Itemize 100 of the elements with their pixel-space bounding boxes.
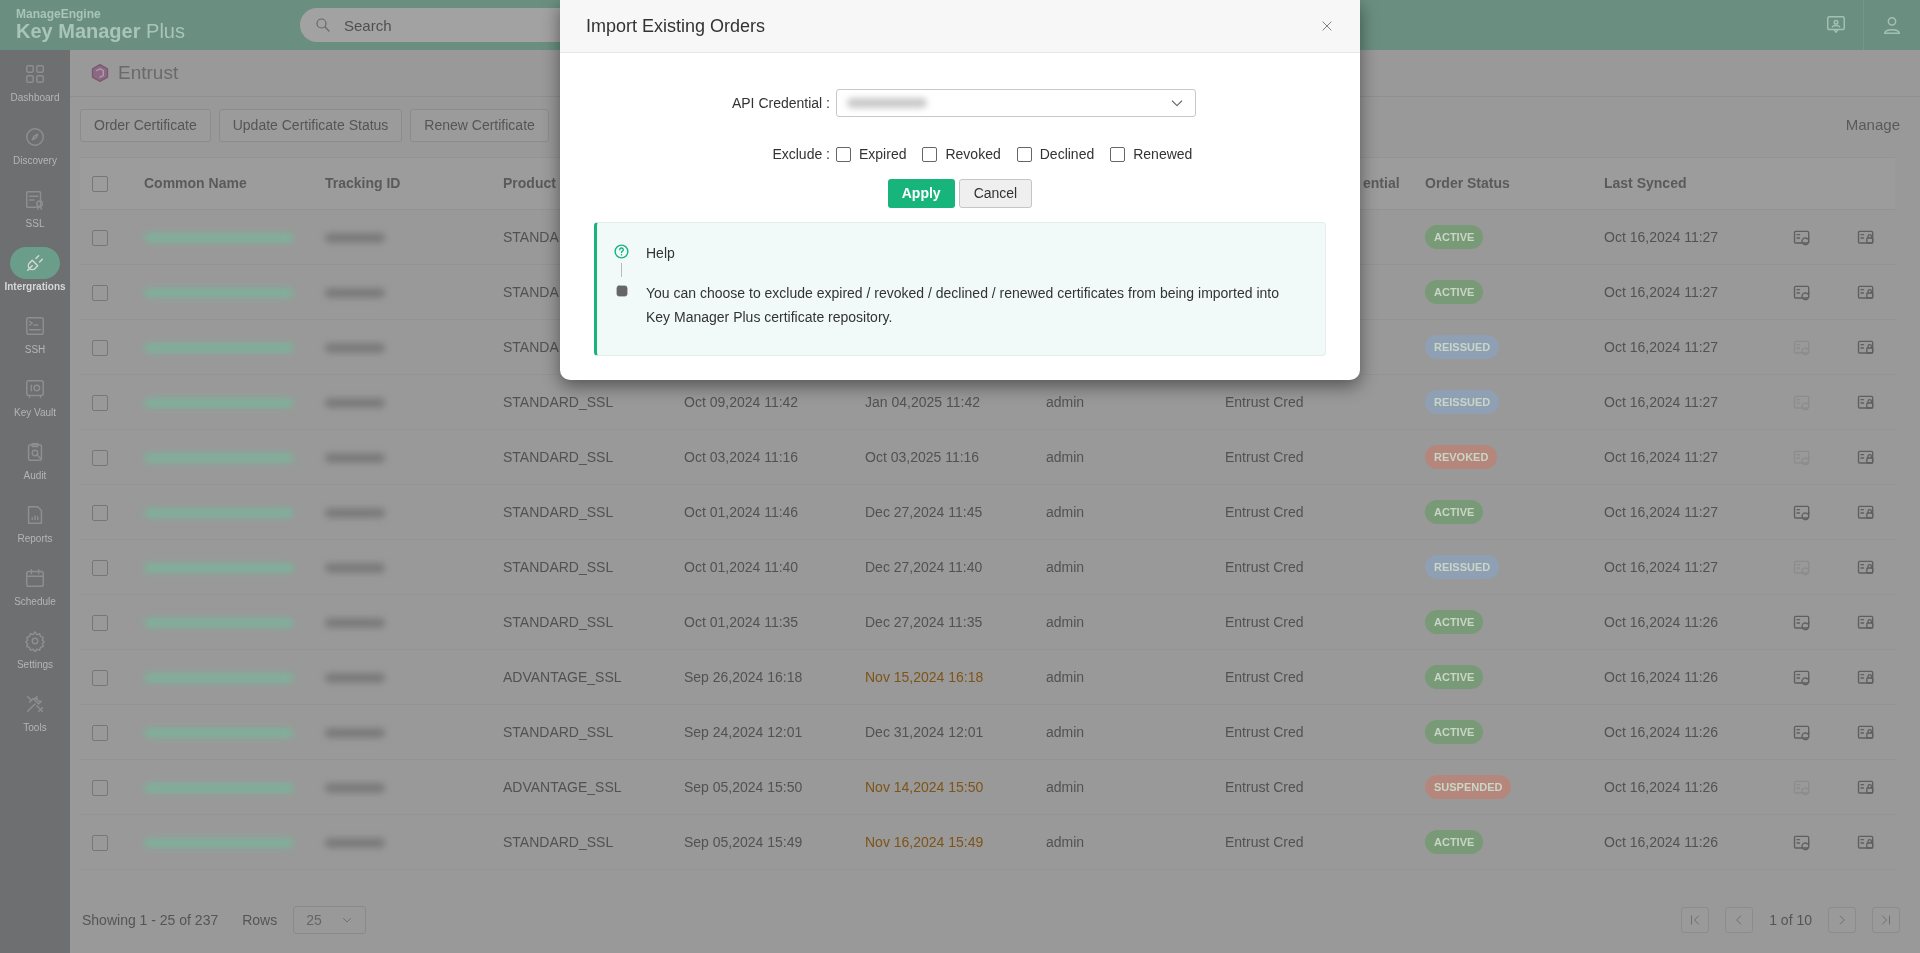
table-cell: admin	[1046, 778, 1085, 795]
plug-icon	[24, 252, 46, 274]
table-cell: Oct 16,2024 11:27	[1604, 338, 1719, 355]
table-cell: admin	[1046, 723, 1085, 740]
row-checkbox[interactable]	[92, 779, 108, 796]
cancel-button[interactable]: Cancel	[958, 179, 1033, 208]
apply-button[interactable]: Apply	[887, 179, 955, 208]
brand-name: ManageEngine	[16, 8, 102, 20]
table-cell: Dec 31,2024 12:01	[865, 723, 984, 740]
status-badge: SUSPENDED	[1425, 774, 1512, 800]
certificate-icon	[24, 189, 46, 211]
table-cell: admin	[1046, 503, 1085, 520]
sidebar-item[interactable]: Tools	[0, 688, 70, 751]
row-checkbox[interactable]	[92, 394, 108, 411]
sidebar-item[interactable]: Schedule	[0, 562, 70, 625]
sidebar-item[interactable]: Settings	[0, 625, 70, 688]
help-icon	[613, 243, 630, 260]
table-cell: Oct 16,2024 11:26	[1604, 613, 1719, 630]
field-label: Exclude :	[771, 145, 831, 164]
feedback-icon[interactable]	[1824, 14, 1847, 36]
row-checkbox[interactable]	[92, 284, 108, 301]
table-cell: Oct 16,2024 11:27	[1604, 283, 1719, 300]
sidebar-item[interactable]: Dashboard	[0, 58, 70, 121]
table-cell: Nov 14,2024 15:50	[865, 778, 984, 795]
status-badge: REVOKED	[1425, 444, 1498, 470]
status-badge: REISSUED	[1425, 334, 1500, 360]
table-cell: Entrust Cred	[1225, 723, 1304, 740]
table-cell: Nov 16,2024 15:49	[865, 833, 984, 850]
select-all-checkbox[interactable]	[92, 176, 108, 193]
row-checkbox[interactable]	[92, 449, 108, 466]
table-cell: Oct 09,2024 11:42	[684, 393, 799, 410]
table-cell: STANDARD_SSL	[503, 833, 614, 850]
table-cell: Jan 04,2025 11:42	[865, 393, 980, 410]
first-page-button[interactable]	[1681, 907, 1710, 933]
rows-label: Rows	[242, 910, 278, 930]
blurred-text	[325, 727, 385, 738]
exclude-checkbox[interactable]: Declined	[1016, 144, 1095, 165]
exclude-checkbox[interactable]: Revoked	[922, 144, 1001, 165]
table-cell: Oct 01,2024 11:40	[684, 558, 799, 575]
row-checkbox[interactable]	[92, 834, 108, 851]
table-cell: Oct 16,2024 11:27	[1604, 558, 1719, 575]
table-cell: STANDA	[503, 228, 559, 245]
pagination-summary: Showing 1 - 25 of 237	[82, 910, 219, 930]
row-checkbox[interactable]	[92, 229, 108, 246]
sidebar-item[interactable]: SSH	[0, 310, 70, 373]
tools-icon	[24, 693, 46, 715]
row-checkbox[interactable]	[92, 559, 108, 576]
user-icon[interactable]	[1881, 14, 1903, 36]
row-checkbox[interactable]	[92, 724, 108, 741]
table-cell: Dec 27,2024 11:40	[865, 558, 983, 575]
search-icon	[313, 16, 332, 34]
table-cell: Oct 16,2024 11:27	[1604, 503, 1719, 520]
row-checkbox[interactable]	[92, 669, 108, 686]
settings-icon	[24, 630, 46, 652]
blurred-text	[325, 507, 385, 518]
column-header: Product	[503, 175, 556, 191]
row-checkbox[interactable]	[92, 614, 108, 631]
manage-link[interactable]: Manage	[1845, 113, 1900, 137]
next-page-button[interactable]	[1828, 907, 1856, 933]
sidebar-item[interactable]: Audit	[0, 436, 70, 499]
row-checkbox[interactable]	[92, 504, 108, 521]
previous-page-button[interactable]	[1725, 907, 1754, 933]
compass-icon	[24, 126, 46, 148]
hexagon-icon	[90, 63, 110, 83]
toolbar-button[interactable]: Update Certificate Status	[218, 108, 403, 142]
toolbar-button[interactable]: Renew Certificate	[410, 108, 549, 142]
help-text: You can choose to exclude expired / revoked / declined / renewed certificates from being imported into Key Manager Plus certificate repository.	[646, 284, 1280, 327]
table-cell: Oct 16,2024 11:27	[1604, 448, 1719, 465]
sidebar-item[interactable]: Discovery	[0, 121, 70, 184]
blurred-text	[325, 562, 385, 573]
field-label: API Credential :	[730, 93, 831, 113]
calendar-icon	[24, 567, 46, 589]
blurred-text	[325, 232, 385, 243]
exclude-checkbox[interactable]: Renewed	[1110, 144, 1193, 165]
table-cell: Sep 05,2024 15:49	[684, 833, 803, 850]
table-cell: admin	[1046, 668, 1085, 685]
table-cell: ADVANTAGE_SSL	[503, 668, 622, 685]
table-cell: STANDARD_SSL	[503, 558, 614, 575]
sidebar-item[interactable]: Intergrations	[0, 247, 70, 310]
table-cell: STANDA	[503, 338, 559, 355]
table-cell: Oct 01,2024 11:46	[684, 503, 799, 520]
last-page-button[interactable]	[1872, 907, 1900, 933]
table-cell: Dec 27,2024 11:35	[865, 613, 983, 630]
table-cell: Entrust Cred	[1225, 558, 1304, 575]
close-icon[interactable]	[1320, 19, 1334, 33]
sidebar-item[interactable]: Reports	[0, 499, 70, 562]
sidebar-item[interactable]: Key Vault	[0, 373, 70, 436]
table-cell: Oct 01,2024 11:35	[684, 613, 799, 630]
toolbar-button[interactable]: Order Certificate	[80, 108, 211, 142]
table-cell: Nov 15,2024 16:18	[865, 668, 984, 685]
table-cell: Entrust Cred	[1225, 613, 1304, 630]
blurred-text	[325, 672, 385, 683]
last-chevron-icon	[1879, 913, 1893, 927]
exclude-checkbox[interactable]: Expired	[836, 144, 907, 165]
product-name: Key Manager Plus	[16, 20, 185, 42]
status-badge: ACTIVE	[1425, 829, 1484, 855]
table-cell: Oct 16,2024 11:27	[1604, 393, 1719, 410]
credential-select[interactable]	[836, 89, 1196, 117]
sidebar-item[interactable]: SSL	[0, 184, 70, 247]
row-checkbox[interactable]	[92, 339, 108, 356]
